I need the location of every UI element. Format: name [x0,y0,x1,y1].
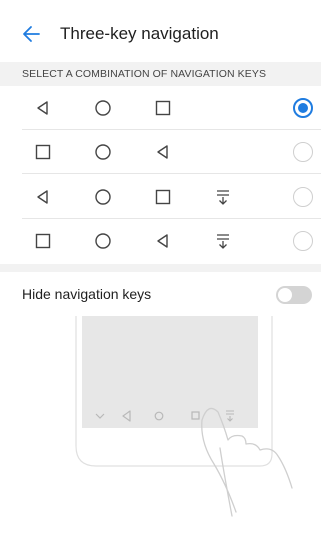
hide-keys-illustration [10,316,321,534]
key-combination [10,130,250,174]
hide-navigation-keys-toggle[interactable] [276,286,312,304]
option-radio-button[interactable] [293,98,313,118]
section-gap [0,264,321,272]
recent-square-icon [154,99,172,117]
app-header: Three-key navigation [0,0,321,62]
option-radio-button[interactable] [293,142,313,162]
navigation-option-4[interactable] [10,219,321,263]
recent-square-icon [34,143,52,161]
home-circle-icon [94,188,112,206]
home-circle-icon [94,143,112,161]
key-combination [10,175,250,219]
key-combination [10,219,250,263]
toggle-knob [278,288,292,302]
home-circle-icon [94,99,112,117]
back-button[interactable] [20,22,44,46]
row-divider [22,173,321,174]
recent-square-icon [154,188,172,206]
hide-navigation-keys-row[interactable]: Hide navigation keys [0,272,321,316]
back-triangle-icon [154,232,172,250]
notification-pulldown-icon [214,232,232,250]
navigation-option-1[interactable] [10,86,321,130]
arrow-left-icon [23,26,40,42]
back-triangle-icon [154,143,172,161]
navigation-option-2[interactable] [10,130,321,174]
section-label: SELECT A COMBINATION OF NAVIGATION KEYS [22,68,267,80]
section-header: SELECT A COMBINATION OF NAVIGATION KEYS [0,62,321,86]
key-combination [10,86,250,130]
option-radio-button[interactable] [293,231,313,251]
page-title: Three-key navigation [60,24,219,43]
home-circle-icon [94,232,112,250]
back-triangle-icon [34,188,52,206]
back-triangle-icon [34,99,52,117]
navigation-option-3[interactable] [10,175,321,219]
notification-pulldown-icon [214,188,232,206]
hide-navigation-keys-label: Hide navigation keys [22,286,152,302]
recent-square-icon [34,232,52,250]
option-radio-button[interactable] [293,187,313,207]
